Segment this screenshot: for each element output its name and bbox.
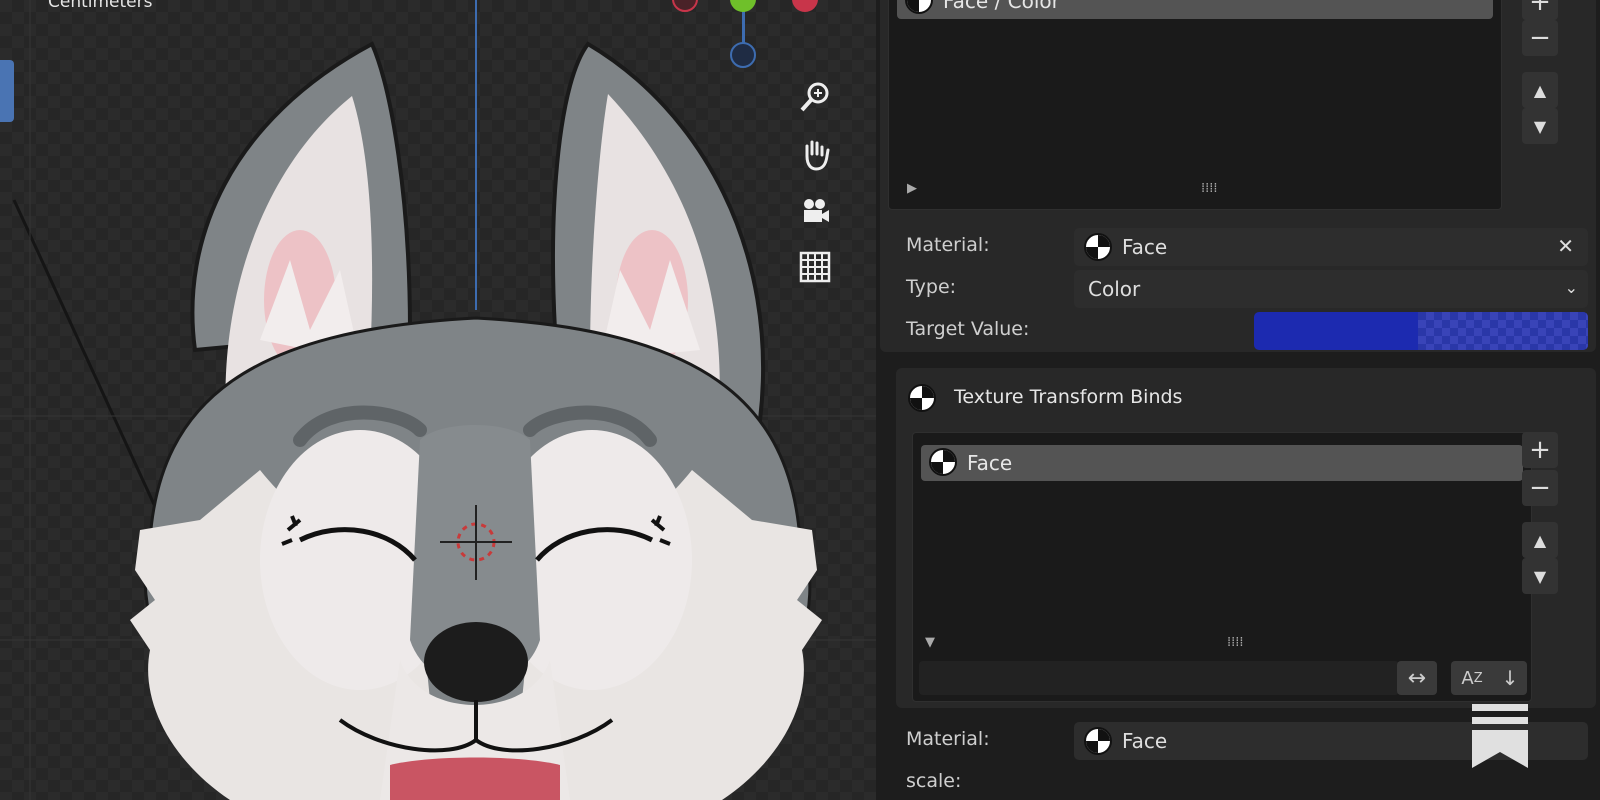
material-value: Face	[1122, 235, 1168, 259]
zoom-icon[interactable]	[794, 76, 836, 118]
material-icon	[1084, 727, 1112, 755]
swap-horizontal-icon[interactable]: ↔	[1397, 661, 1437, 695]
type-dropdown[interactable]: Color ⌄	[1074, 270, 1588, 308]
expand-triangle-icon[interactable]: ▶	[907, 181, 917, 196]
material-icon	[1084, 233, 1112, 261]
remove-item-button[interactable]: −	[1522, 20, 1558, 56]
shape-key-list[interactable]: Face / Color ▶ ⁞⁞⁞⁞	[888, 0, 1502, 210]
sort-alpha-icon[interactable]: AZ	[1451, 661, 1493, 695]
material-icon	[905, 0, 933, 14]
3d-viewport[interactable]: Centimeters	[0, 0, 876, 800]
add-item-button[interactable]: +	[1522, 0, 1558, 20]
target-color-swatch[interactable]	[1254, 312, 1588, 350]
move-down-button[interactable]: ▼	[1522, 558, 1558, 594]
resize-handle-icon[interactable]: ⁞⁞⁞⁞	[1201, 181, 1218, 196]
camera-view-icon[interactable]	[794, 190, 836, 232]
alpha-checker	[1418, 312, 1588, 350]
texture-binds-title: Texture Transform Binds	[954, 386, 1183, 408]
expand-triangle-icon[interactable]: ▼	[925, 635, 935, 650]
material-icon	[929, 448, 957, 476]
chevron-down-icon: ⌄	[1564, 278, 1578, 297]
grid-view-icon[interactable]	[794, 246, 836, 288]
list-item[interactable]: Face / Color	[897, 0, 1493, 19]
target-value-label: Target Value:	[906, 318, 1030, 340]
pan-hand-icon[interactable]	[794, 134, 836, 176]
material-label: Material:	[906, 234, 990, 256]
clear-icon[interactable]: ✕	[1557, 234, 1574, 258]
list-item-label: Face	[967, 451, 1013, 475]
list-item[interactable]: Face	[921, 445, 1523, 481]
move-down-button[interactable]: ▼	[1522, 108, 1558, 144]
sort-direction-icon[interactable]: ↓	[1493, 661, 1527, 695]
remove-bind-button[interactable]: −	[1522, 470, 1558, 506]
add-bind-button[interactable]: +	[1522, 432, 1558, 468]
material-field[interactable]: Face ✕	[1074, 228, 1588, 266]
type-value: Color	[1088, 277, 1141, 301]
bookmark-icon[interactable]	[1472, 704, 1528, 768]
move-up-button[interactable]: ▲	[1522, 522, 1558, 558]
texture-binds-list[interactable]: Face ▼ ⁞⁞⁞⁞ ↔ AZ ↓	[912, 432, 1532, 702]
scale-label: scale:	[906, 770, 962, 792]
filter-input[interactable]	[919, 661, 1399, 695]
move-up-button[interactable]: ▲	[1522, 72, 1558, 108]
type-label: Type:	[906, 276, 957, 298]
material-value: Face	[1122, 729, 1168, 753]
material-icon	[908, 384, 936, 412]
material-label: Material:	[906, 728, 990, 750]
wolf-head-model[interactable]	[0, 0, 876, 800]
list-item-label: Face / Color	[943, 0, 1060, 13]
resize-handle-icon[interactable]: ⁞⁞⁞⁞	[1227, 635, 1244, 650]
